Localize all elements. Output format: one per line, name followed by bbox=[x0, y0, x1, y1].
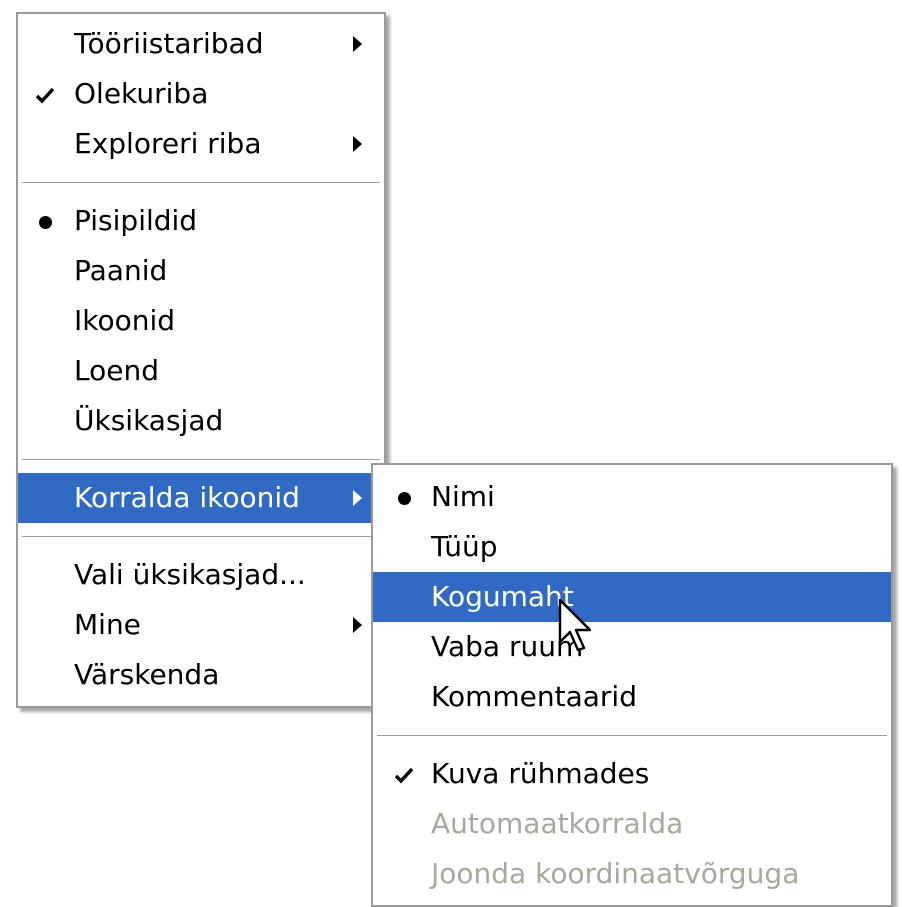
bullet-icon bbox=[30, 196, 60, 246]
menu-item-loend[interactable]: Loend bbox=[18, 346, 384, 396]
menu-item-label: Kogumaht bbox=[431, 580, 574, 613]
menu-item-uksikasjad[interactable]: Üksikasjad bbox=[18, 396, 384, 446]
menu-item-tooriistaribad[interactable]: Tööriistaribad bbox=[18, 19, 384, 69]
submenu-item-joonda-koordinaatvorguga: Joonda koordinaatvõrguga bbox=[373, 849, 891, 899]
menu-item-ikoonid[interactable]: Ikoonid bbox=[18, 296, 384, 346]
menu-item-label: Paanid bbox=[74, 254, 168, 287]
menu-item-label: Vali üksikasjad... bbox=[74, 558, 306, 591]
menu-item-label: Värskenda bbox=[74, 658, 220, 691]
menu-item-label: Pisipildid bbox=[74, 204, 198, 237]
submenu-arrow-icon bbox=[353, 36, 362, 52]
menu-item-label: Automaatkorralda bbox=[431, 807, 684, 840]
submenu-item-kogumaht[interactable]: Kogumaht bbox=[373, 572, 891, 622]
menu-item-olekuriba[interactable]: Olekuriba bbox=[18, 69, 384, 119]
menu-separator bbox=[18, 446, 384, 473]
submenu-item-nimi[interactable]: Nimi bbox=[373, 472, 891, 522]
menu-item-paanid[interactable]: Paanid bbox=[18, 246, 384, 296]
submenu-arrow-icon bbox=[353, 136, 362, 152]
menu-item-label: Kuva rühmades bbox=[431, 757, 650, 790]
submenu-arrow-icon bbox=[353, 617, 362, 633]
menu-item-label: Korralda ikoonid bbox=[74, 481, 300, 514]
menu-separator bbox=[18, 169, 384, 196]
context-menu: Tööriistaribad Olekuriba Exploreri riba … bbox=[16, 12, 386, 708]
arrow-cursor-icon bbox=[558, 598, 592, 658]
submenu-item-kommentaarid[interactable]: Kommentaarid bbox=[373, 672, 891, 722]
submenu-item-vaba-ruum[interactable]: Vaba ruum bbox=[373, 622, 891, 672]
menu-item-varskenda[interactable]: Värskenda bbox=[18, 650, 384, 700]
menu-item-exploreri-riba[interactable]: Exploreri riba bbox=[18, 119, 384, 169]
submenu-item-automaatkorralda: Automaatkorralda bbox=[373, 799, 891, 849]
submenu-arrow-icon bbox=[353, 490, 362, 506]
menu-item-mine[interactable]: Mine bbox=[18, 600, 384, 650]
submenu-item-tuup[interactable]: Tüüp bbox=[373, 522, 891, 572]
check-icon bbox=[389, 749, 419, 799]
menu-item-label: Joonda koordinaatvõrguga bbox=[431, 857, 800, 890]
submenu-item-kuva-ruhmades[interactable]: Kuva rühmades bbox=[373, 749, 891, 799]
menu-item-label: Ikoonid bbox=[74, 304, 176, 337]
menu-item-korralda-ikoonid[interactable]: Korralda ikoonid bbox=[18, 473, 384, 523]
menu-item-vali-uksikasjad[interactable]: Vali üksikasjad... bbox=[18, 550, 384, 600]
arrange-icons-submenu: Nimi Tüüp Kogumaht Vaba ruum Kommentaari… bbox=[371, 463, 893, 907]
menu-separator bbox=[373, 722, 891, 749]
menu-item-label: Kommentaarid bbox=[431, 680, 637, 713]
menu-separator bbox=[18, 523, 384, 550]
menu-item-label: Tööriistaribad bbox=[74, 27, 264, 60]
menu-item-label: Tüüp bbox=[431, 530, 498, 563]
menu-item-label: Loend bbox=[74, 354, 159, 387]
menu-item-label: Üksikasjad bbox=[74, 404, 224, 437]
menu-item-pisipildid[interactable]: Pisipildid bbox=[18, 196, 384, 246]
check-icon bbox=[30, 69, 60, 119]
menu-item-label: Mine bbox=[74, 608, 141, 641]
bullet-icon bbox=[389, 472, 419, 522]
menu-item-label: Nimi bbox=[431, 480, 495, 513]
menu-item-label: Exploreri riba bbox=[74, 127, 262, 160]
menu-item-label: Olekuriba bbox=[74, 77, 209, 110]
